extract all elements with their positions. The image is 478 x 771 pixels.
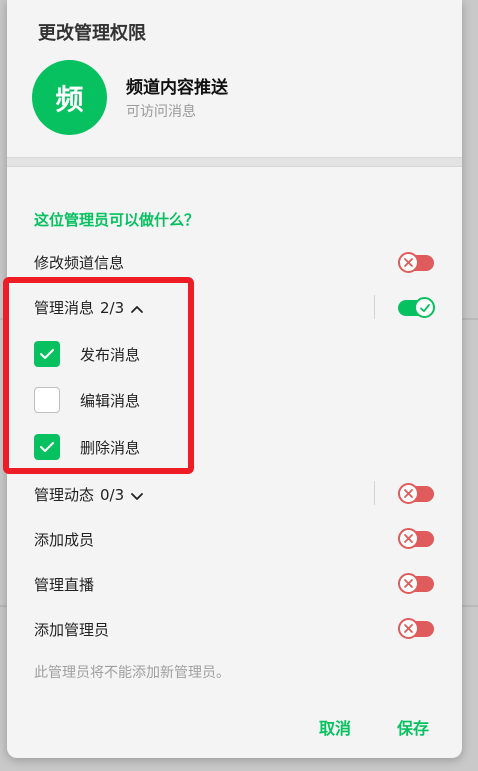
backdrop-line [0, 605, 7, 607]
chevron-down-icon [131, 492, 144, 500]
permission-manage-live-label: 管理直播 [34, 576, 95, 594]
x-icon [398, 528, 419, 549]
permission-edit-channel-toggle[interactable] [398, 252, 434, 273]
section-divider [7, 157, 462, 167]
backdrop-line [462, 318, 478, 320]
permission-add-admins-label: 添加管理员 [34, 621, 110, 639]
channel-avatar: 频 [32, 60, 107, 135]
highlight-box [3, 277, 194, 474]
permission-manage-stories-toggle[interactable] [398, 483, 434, 504]
section-title: 这位管理员可以做什么？ [34, 211, 200, 229]
permission-add-admins-toggle[interactable] [398, 618, 434, 639]
row-separator [374, 295, 375, 319]
channel-subtitle: 可访问消息 [126, 104, 196, 120]
permission-edit-channel-label: 修改频道信息 [34, 254, 125, 272]
x-icon [398, 618, 419, 639]
cancel-button[interactable]: 取消 [319, 715, 351, 739]
permission-manage-stories-row[interactable]: 管理动态 0/3 [34, 484, 144, 505]
permission-hint: 此管理员将不能添加新管理员。 [34, 665, 230, 681]
row-separator [374, 481, 375, 505]
x-icon [398, 483, 419, 504]
permission-add-members-label: 添加成员 [34, 531, 95, 549]
channel-name: 频道内容推送 [126, 78, 228, 98]
permission-manage-stories-label: 管理动态 [34, 486, 95, 504]
permission-manage-messages-toggle[interactable] [398, 297, 435, 318]
permission-manage-stories-count: 0/3 [100, 486, 125, 504]
check-icon [414, 297, 435, 318]
dialog-title: 更改管理权限 [38, 23, 146, 44]
avatar-char: 频 [55, 82, 84, 116]
x-icon [398, 573, 419, 594]
backdrop-line [462, 605, 478, 607]
save-button[interactable]: 保存 [397, 715, 429, 739]
permission-manage-live-toggle[interactable] [398, 573, 434, 594]
permission-add-members-toggle[interactable] [398, 528, 434, 549]
x-icon [398, 252, 419, 273]
